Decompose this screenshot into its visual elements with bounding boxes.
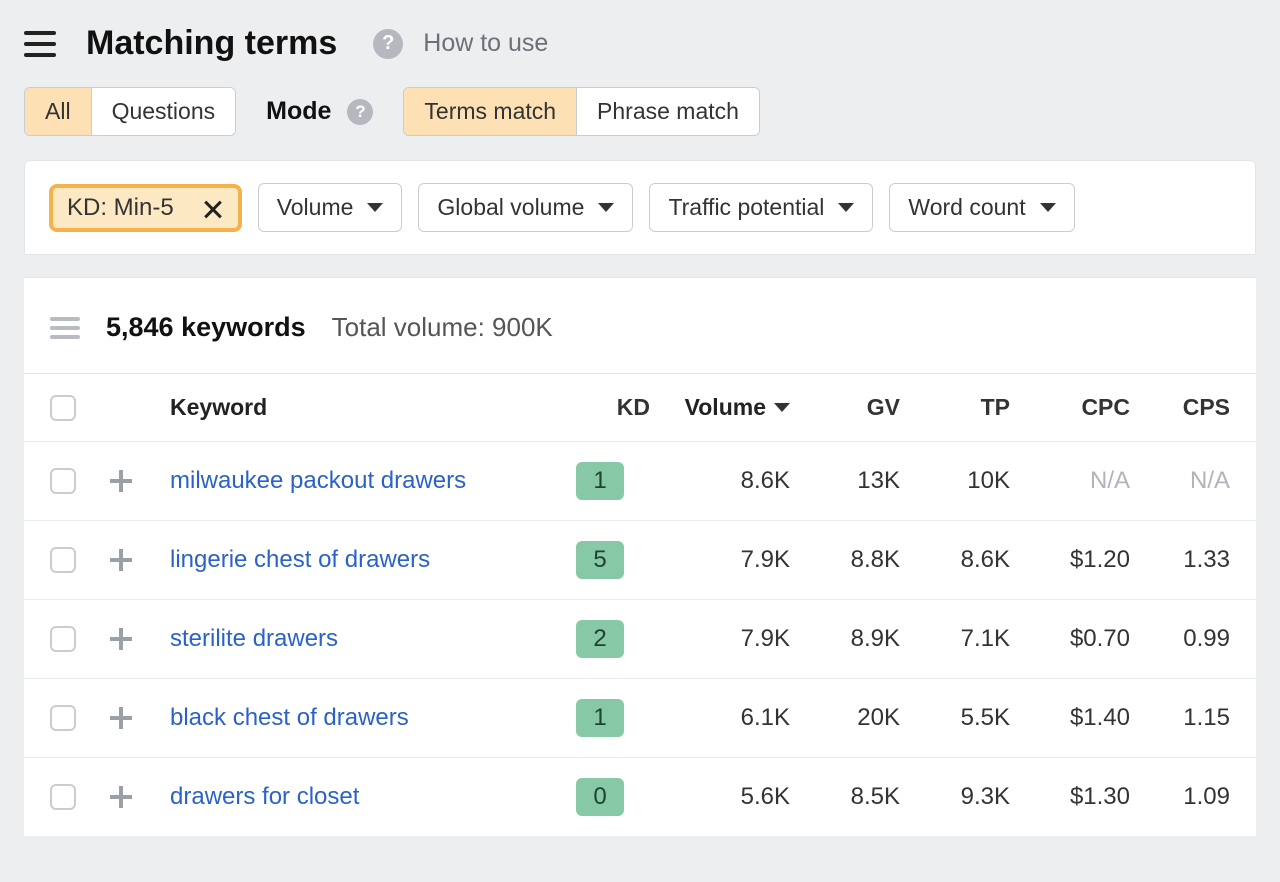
help-icon-mode[interactable]: ? <box>347 99 373 125</box>
keyword-link[interactable]: milwaukee packout drawers <box>170 467 550 495</box>
col-volume-label: Volume <box>685 394 766 421</box>
col-tp[interactable]: TP <box>900 394 1010 421</box>
cell-volume: 5.6K <box>650 783 790 811</box>
cell-tp: 5.5K <box>900 704 1010 732</box>
filter-traffic-potential-label: Traffic potential <box>668 194 824 221</box>
keyword-link[interactable]: sterilite drawers <box>170 625 550 653</box>
kd-badge: 5 <box>576 541 624 579</box>
chevron-down-icon <box>367 203 383 212</box>
cell-tp: 7.1K <box>900 625 1010 653</box>
cell-cps: 0.99 <box>1130 625 1230 653</box>
results-panel: 5,846 keywords Total volume: 900K Keywor… <box>24 277 1256 836</box>
expand-icon[interactable] <box>110 549 132 571</box>
cell-cps: N/A <box>1130 467 1230 495</box>
filter-chip-kd[interactable]: KD: Min-5 <box>49 184 242 232</box>
how-to-use-link[interactable]: How to use <box>423 29 548 58</box>
cell-volume: 8.6K <box>650 467 790 495</box>
col-cpc[interactable]: CPC <box>1010 394 1130 421</box>
expand-icon[interactable] <box>110 786 132 808</box>
col-cps[interactable]: CPS <box>1130 394 1230 421</box>
row-checkbox[interactable] <box>50 626 76 652</box>
cell-gv: 8.5K <box>790 783 900 811</box>
row-checkbox[interactable] <box>50 784 76 810</box>
keyword-link[interactable]: lingerie chest of drawers <box>170 546 550 574</box>
sort-desc-icon <box>774 403 790 412</box>
density-icon[interactable] <box>50 317 80 339</box>
keyword-count: 5,846 keywords <box>106 312 306 343</box>
cell-cps: 1.33 <box>1130 546 1230 574</box>
mode-label: Mode ? <box>266 97 373 126</box>
expand-icon[interactable] <box>110 707 132 729</box>
cell-cpc: N/A <box>1010 467 1130 495</box>
filter-traffic-potential[interactable]: Traffic potential <box>649 183 873 232</box>
table-row: drawers for closet 0 5.6K8.5K9.3K$1.301.09 <box>24 757 1256 836</box>
mode-toggle-group: Terms match Phrase match <box>403 87 760 136</box>
cell-volume: 6.1K <box>650 704 790 732</box>
page-title: Matching terms <box>86 24 337 63</box>
tab-questions[interactable]: Questions <box>91 88 236 135</box>
filter-panel: KD: Min-5 Volume Global volume Traffic p… <box>24 160 1256 255</box>
tab-terms-match[interactable]: Terms match <box>404 88 576 135</box>
table-row: milwaukee packout drawers18.6K13K10KN/AN… <box>24 441 1256 520</box>
cell-cps: 1.15 <box>1130 704 1230 732</box>
filter-word-count-label: Word count <box>908 194 1025 221</box>
tab-all[interactable]: All <box>25 88 91 135</box>
keyword-link[interactable]: drawers for closet <box>170 783 550 811</box>
row-checkbox[interactable] <box>50 547 76 573</box>
view-toggle-group: All Questions <box>24 87 236 136</box>
help-icon[interactable]: ? <box>373 29 403 59</box>
cell-gv: 8.8K <box>790 546 900 574</box>
filter-volume[interactable]: Volume <box>258 183 403 232</box>
cell-cpc: $1.40 <box>1010 704 1130 732</box>
kd-badge: 1 <box>576 699 624 737</box>
kd-badge: 2 <box>576 620 624 658</box>
filter-volume-label: Volume <box>277 194 354 221</box>
cell-gv: 20K <box>790 704 900 732</box>
filter-word-count[interactable]: Word count <box>889 183 1074 232</box>
expand-icon[interactable] <box>110 470 132 492</box>
chevron-down-icon <box>598 203 614 212</box>
chevron-down-icon <box>838 203 854 212</box>
table-header: Keyword KD Volume GV TP CPC CPS <box>24 373 1256 441</box>
keyword-link[interactable]: black chest of drawers <box>170 704 550 732</box>
row-checkbox[interactable] <box>50 705 76 731</box>
cell-cpc: $0.70 <box>1010 625 1130 653</box>
keywords-table: Keyword KD Volume GV TP CPC CPS milwauke… <box>24 373 1256 836</box>
col-kd[interactable]: KD <box>550 394 650 421</box>
hamburger-icon[interactable] <box>24 31 56 57</box>
mode-label-text: Mode <box>266 97 331 126</box>
cell-cpc: $1.20 <box>1010 546 1130 574</box>
kd-badge: 1 <box>576 462 624 500</box>
total-volume: Total volume: 900K <box>332 312 553 343</box>
cell-cpc: $1.30 <box>1010 783 1130 811</box>
close-icon[interactable] <box>202 197 224 219</box>
cell-tp: 9.3K <box>900 783 1010 811</box>
cell-gv: 13K <box>790 467 900 495</box>
kd-badge: 0 <box>576 778 624 816</box>
table-row: sterilite drawers 2 7.9K8.9K7.1K$0.700.99 <box>24 599 1256 678</box>
table-row: lingerie chest of drawers 5 7.9K8.8K8.6K$1… <box>24 520 1256 599</box>
cell-gv: 8.9K <box>790 625 900 653</box>
filter-global-volume[interactable]: Global volume <box>418 183 633 232</box>
filter-global-volume-label: Global volume <box>437 194 584 221</box>
select-all-checkbox[interactable] <box>50 395 76 421</box>
table-row: black chest of drawers 1 6.1K20K5.5K$1.401… <box>24 678 1256 757</box>
col-gv[interactable]: GV <box>790 394 900 421</box>
col-keyword[interactable]: Keyword <box>170 394 550 421</box>
cell-tp: 8.6K <box>900 546 1010 574</box>
cell-tp: 10K <box>900 467 1010 495</box>
row-checkbox[interactable] <box>50 468 76 494</box>
cell-volume: 7.9K <box>650 625 790 653</box>
expand-icon[interactable] <box>110 628 132 650</box>
cell-cps: 1.09 <box>1130 783 1230 811</box>
cell-volume: 7.9K <box>650 546 790 574</box>
filter-chip-label: KD: Min-5 <box>67 194 174 222</box>
tab-phrase-match[interactable]: Phrase match <box>576 88 759 135</box>
chevron-down-icon <box>1040 203 1056 212</box>
col-volume[interactable]: Volume <box>650 394 790 421</box>
